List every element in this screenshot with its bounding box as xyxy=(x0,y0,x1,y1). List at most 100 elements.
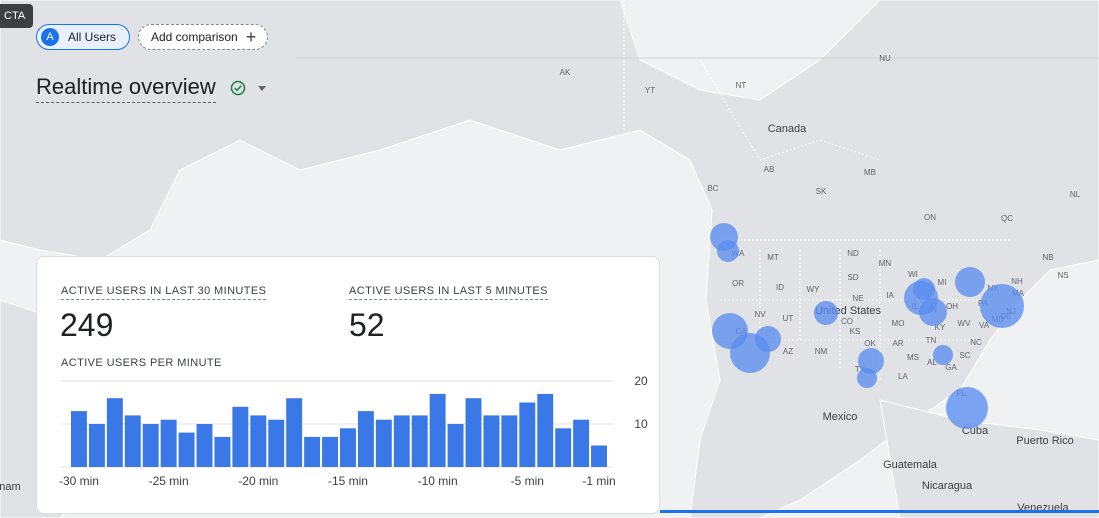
map-label: IA xyxy=(886,291,894,300)
bar[interactable] xyxy=(286,398,303,467)
map-label: MO xyxy=(892,319,905,328)
user-bubble[interactable] xyxy=(919,298,947,326)
map-label: ID xyxy=(776,283,784,292)
map-label: NU xyxy=(879,54,891,63)
add-comparison-button[interactable]: Add comparison + xyxy=(138,24,268,50)
plus-icon: + xyxy=(245,27,257,47)
map-label: OR xyxy=(732,279,744,288)
user-bubble[interactable] xyxy=(946,387,988,429)
bar[interactable] xyxy=(519,402,536,468)
map-label: Canada xyxy=(768,123,807,135)
active-5-label[interactable]: ACTIVE USERS IN LAST 5 MINUTES xyxy=(349,285,548,300)
bar[interactable] xyxy=(411,415,428,467)
x-tick-label: -20 min xyxy=(238,474,278,488)
audience-avatar: A xyxy=(41,28,59,46)
bar[interactable] xyxy=(88,424,105,467)
all-users-chip[interactable]: A All Users xyxy=(36,24,130,50)
check-circle-icon xyxy=(230,80,246,96)
per-minute-label: ACTIVE USERS PER MINUTE xyxy=(61,357,222,369)
active-30-value: 249 xyxy=(60,307,114,343)
bar[interactable] xyxy=(178,432,195,467)
user-bubble[interactable] xyxy=(933,345,953,365)
map-label: NL xyxy=(1070,190,1081,199)
map-label: NS xyxy=(1057,271,1068,280)
bar[interactable] xyxy=(483,415,500,467)
user-bubble[interactable] xyxy=(857,368,877,388)
map-label: SD xyxy=(847,273,858,282)
bar[interactable] xyxy=(357,411,374,467)
map-label: NC xyxy=(970,338,982,347)
bar[interactable] xyxy=(304,436,321,467)
bar[interactable] xyxy=(501,415,518,467)
bar[interactable] xyxy=(393,415,410,467)
map-label: WY xyxy=(807,285,821,294)
bar[interactable] xyxy=(429,393,446,467)
bar[interactable] xyxy=(322,436,338,467)
map-label: nam xyxy=(0,481,21,493)
map-label: TN xyxy=(926,336,937,345)
x-tick-label: -15 min xyxy=(328,474,368,488)
map-label: MI xyxy=(938,278,947,287)
map-label: QC xyxy=(1001,214,1013,223)
bar[interactable] xyxy=(142,424,159,467)
bar[interactable] xyxy=(106,398,123,467)
map-label: Guatemala xyxy=(883,459,938,471)
map-label: NH xyxy=(1011,277,1023,286)
bar[interactable] xyxy=(196,424,213,467)
bar[interactable] xyxy=(573,419,590,467)
all-users-label: All Users xyxy=(68,30,117,44)
caret-down-icon[interactable] xyxy=(258,86,266,91)
bar[interactable] xyxy=(537,393,554,467)
bar[interactable] xyxy=(375,419,392,467)
bar[interactable] xyxy=(124,415,141,467)
map-label: NB xyxy=(1042,253,1053,262)
cta-tag: CTA xyxy=(0,4,34,28)
map-label: MB xyxy=(864,168,876,177)
bar[interactable] xyxy=(214,436,231,467)
active-30-label[interactable]: ACTIVE USERS IN LAST 30 MINUTES xyxy=(61,285,267,300)
user-bubble[interactable] xyxy=(980,284,1024,328)
active-5-value: 52 xyxy=(349,307,385,343)
bar[interactable] xyxy=(447,424,464,467)
user-bubble[interactable] xyxy=(913,278,935,300)
map-label: AR xyxy=(892,339,903,348)
add-comparison-label: Add comparison xyxy=(151,30,238,44)
user-bubble[interactable] xyxy=(755,326,781,352)
map-label: UT xyxy=(783,314,794,323)
realtime-card: ACTIVE USERS IN LAST 30 MINUTES 249 ACTI… xyxy=(36,256,660,514)
x-tick-label: -5 min xyxy=(511,474,544,488)
bar[interactable] xyxy=(71,411,87,467)
map-label: Nicaragua xyxy=(922,480,973,492)
user-bubble[interactable] xyxy=(955,267,985,297)
map-label: WV xyxy=(958,319,972,328)
map-label: YT xyxy=(645,86,655,95)
map-label: CO xyxy=(841,317,853,326)
bar[interactable] xyxy=(340,428,356,467)
bar[interactable] xyxy=(465,398,482,467)
y-tick-label: 20 xyxy=(634,375,648,388)
map-label: OH xyxy=(946,302,958,311)
map-label: NM xyxy=(815,347,828,356)
page-title[interactable]: Realtime overview xyxy=(36,74,216,103)
map-label: ON xyxy=(924,213,936,222)
bar[interactable] xyxy=(160,419,177,467)
map-label: SC xyxy=(959,351,970,360)
map-label: NE xyxy=(852,294,863,303)
map-label: AK xyxy=(560,68,571,77)
map-label: GA xyxy=(945,363,957,372)
per-minute-chart[interactable]: 10 20 -30 min -25 min -20 min -15 min -10 min -… xyxy=(57,375,657,505)
bar[interactable] xyxy=(250,415,267,467)
map-label: MN xyxy=(879,259,892,268)
user-bubble[interactable] xyxy=(717,240,739,262)
map-label: ND xyxy=(847,249,859,258)
bar[interactable] xyxy=(232,406,249,467)
bar[interactable] xyxy=(268,419,285,467)
bar[interactable] xyxy=(591,445,607,468)
user-bubble[interactable] xyxy=(814,301,838,325)
map-label: WI xyxy=(908,270,918,279)
x-tick-label: -25 min xyxy=(149,474,189,488)
x-tick-label: -30 min xyxy=(59,474,99,488)
map-label: AB xyxy=(764,165,775,174)
x-tick-label: -1 min xyxy=(582,474,615,488)
bar[interactable] xyxy=(555,428,572,467)
